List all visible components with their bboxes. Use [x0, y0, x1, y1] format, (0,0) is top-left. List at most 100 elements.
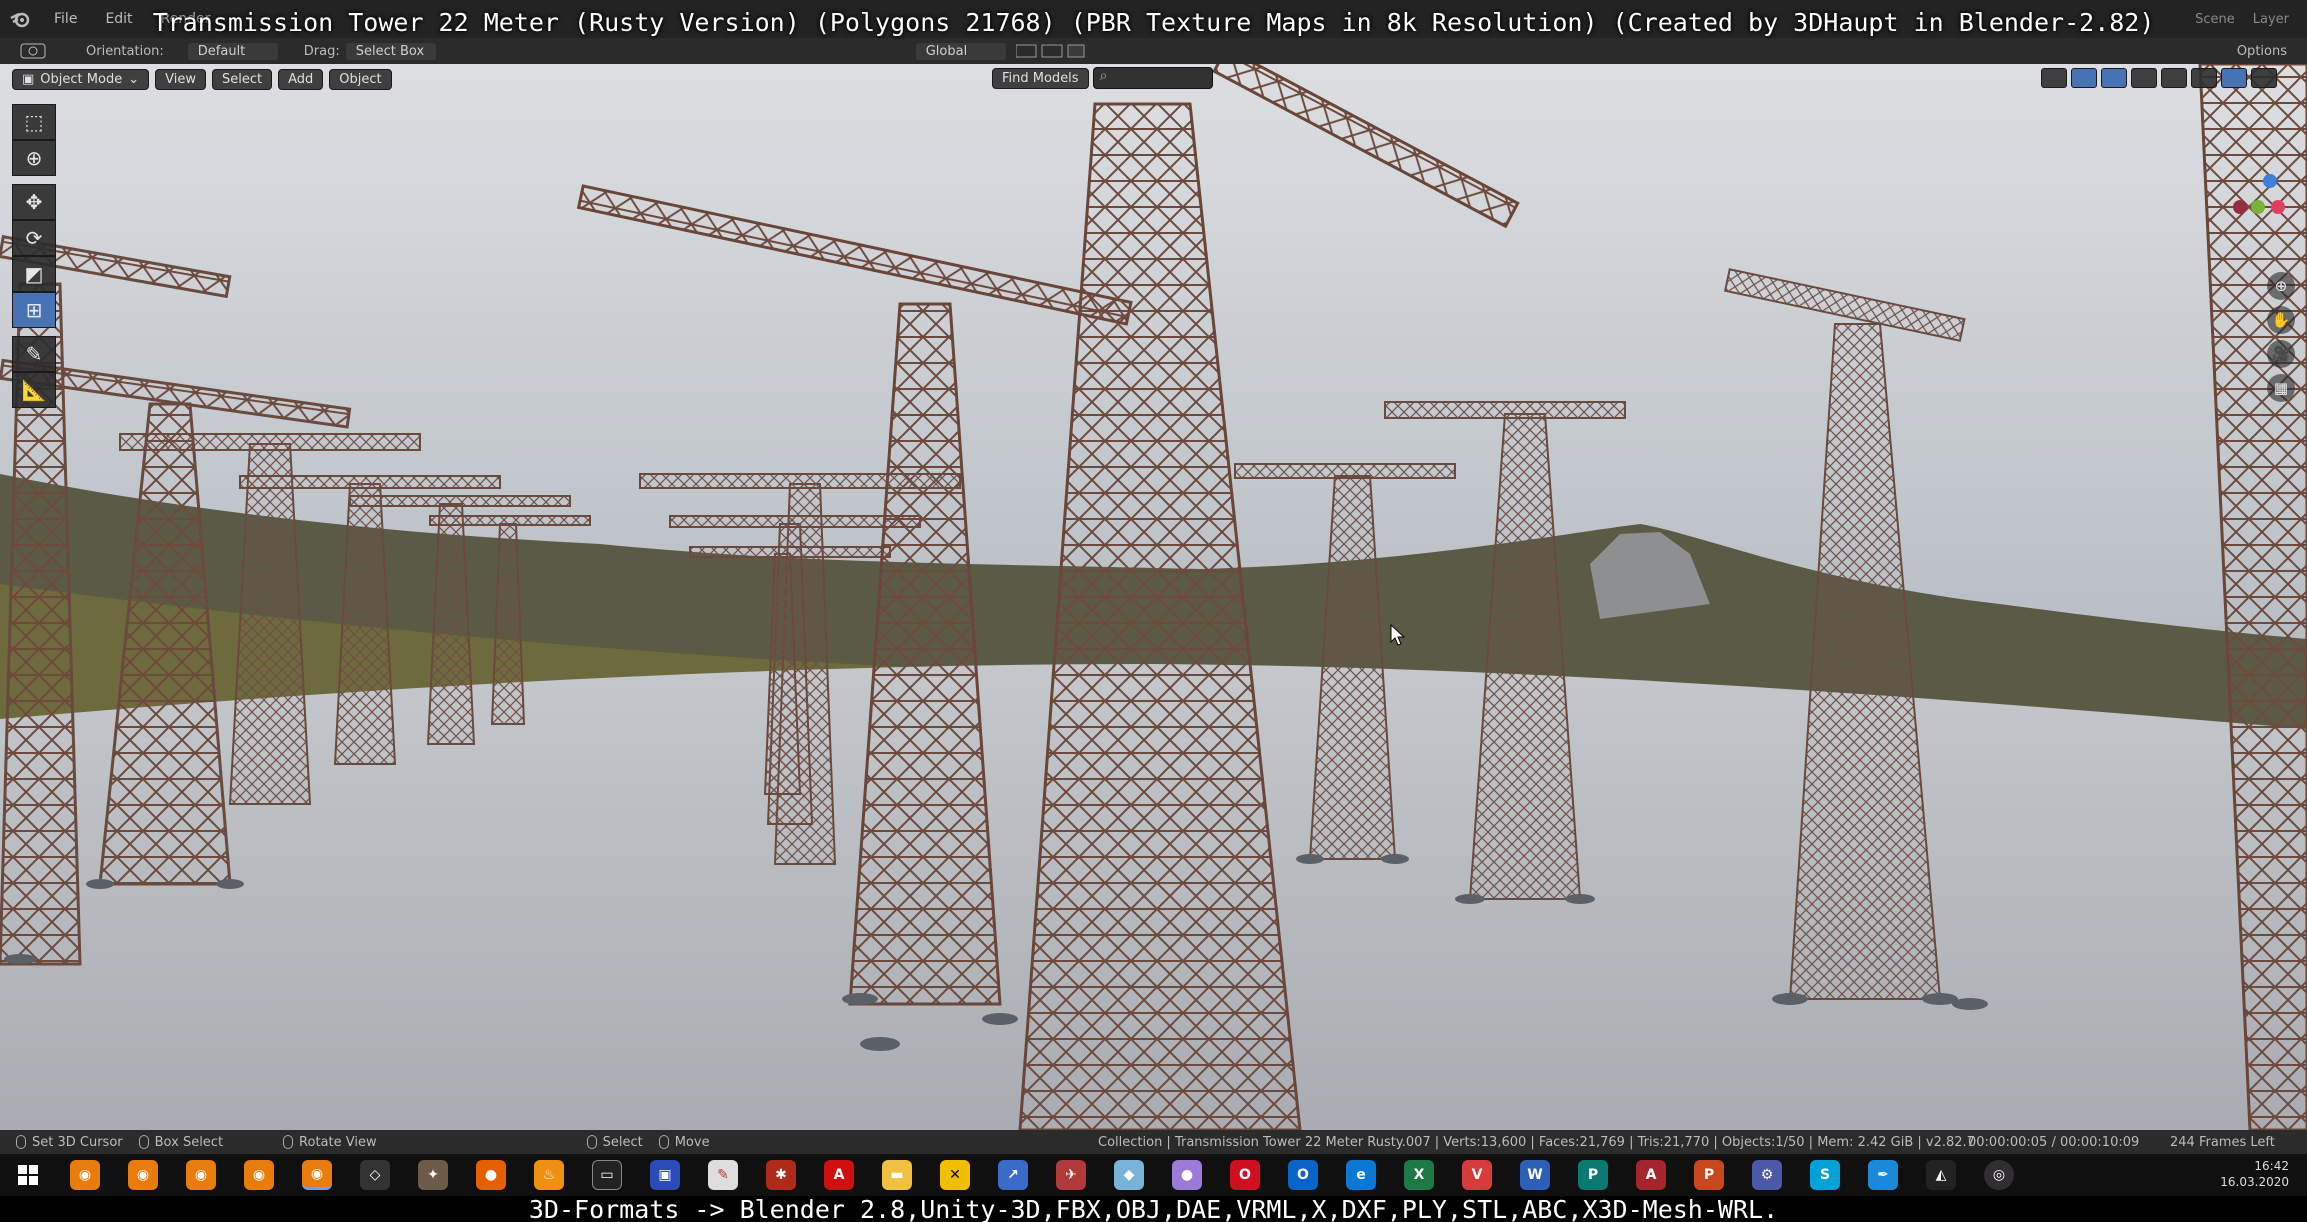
axis-neg-x-icon[interactable]	[2233, 200, 2247, 214]
system-tray-clock[interactable]: 16:42 16.03.2020	[2220, 1158, 2289, 1190]
folder-app-icon[interactable]: ▬	[882, 1160, 912, 1190]
search-input[interactable]: ⌕	[1092, 67, 1213, 89]
pan-hand-icon[interactable]: ✋	[2267, 306, 2295, 334]
select-box-icon[interactable]: ⬚	[12, 104, 56, 140]
mouse-right-icon	[586, 1135, 597, 1149]
layer-label[interactable]: Layer	[2253, 12, 2289, 27]
find-models-group: Find Models ⌕	[992, 67, 1213, 89]
word-app-icon[interactable]: W	[1520, 1160, 1550, 1190]
settings-app-icon[interactable]: ⚙	[1752, 1160, 1782, 1190]
transform-icon[interactable]: ⊞	[12, 292, 56, 328]
chart-app-icon[interactable]: ↗	[998, 1160, 1028, 1190]
xnview-app-icon[interactable]: ✕	[940, 1160, 970, 1190]
cursor-icon[interactable]: ⊕	[12, 140, 56, 176]
pdf-app-icon[interactable]: A	[824, 1160, 854, 1190]
axis-z-icon[interactable]	[2263, 174, 2277, 188]
tool-settings-icon[interactable]	[20, 43, 46, 59]
hint-label: Set 3D Cursor	[32, 1134, 123, 1150]
clock-date: 16.03.2020	[2220, 1175, 2289, 1189]
blender-app-icon[interactable]: ◉	[128, 1160, 158, 1190]
paint-app-icon[interactable]: ✎	[708, 1160, 738, 1190]
mode-label: Object Mode	[40, 71, 123, 87]
select-menu[interactable]: Select	[211, 68, 273, 90]
menu-edit[interactable]: Edit	[91, 11, 146, 27]
tool-app-icon[interactable]: ✈	[1056, 1160, 1086, 1190]
object-mode-icon: ▣	[22, 71, 35, 87]
pen-app-icon[interactable]: ✒	[1868, 1160, 1898, 1190]
firefox-app-icon[interactable]: ●	[476, 1160, 506, 1190]
powerpoint-app-icon[interactable]: P	[1694, 1160, 1724, 1190]
orientation-dropdown[interactable]: Default	[187, 42, 278, 60]
find-models-button[interactable]: Find Models	[992, 67, 1089, 89]
workspace-right: Scene Layer	[2195, 12, 2307, 27]
bug-app-icon[interactable]: ✱	[766, 1160, 796, 1190]
unity-hub-app-icon[interactable]: ◭	[1926, 1160, 1956, 1190]
visibility-icon[interactable]	[2041, 68, 2067, 88]
snap-icon[interactable]	[1015, 43, 1086, 59]
hint-set-3d-cursor: Set 3D Cursor	[16, 1135, 123, 1150]
rotate-icon[interactable]: ⟳	[12, 220, 56, 256]
scene-label[interactable]: Scene	[2195, 12, 2235, 27]
zoom-icon[interactable]: ⊕	[2267, 272, 2295, 300]
annotate-icon[interactable]: ✎	[12, 336, 56, 372]
hint-select: Select	[586, 1135, 643, 1150]
blender-app-icon[interactable]: ◉	[302, 1160, 332, 1190]
menu-render[interactable]: Render	[147, 11, 225, 27]
transform-orientation-dropdown[interactable]: Global	[915, 42, 1006, 60]
measure-icon[interactable]: 📐	[12, 372, 56, 408]
top-menu-bar: File Edit Render Scene Layer	[0, 0, 2307, 38]
xray-icon[interactable]	[2131, 68, 2157, 88]
obs-app-icon[interactable]: ◎	[1984, 1160, 2014, 1190]
render-scene	[0, 64, 2307, 1130]
unity-app-icon[interactable]: ◇	[360, 1160, 390, 1190]
gizmo-toggle-icon[interactable]	[2071, 68, 2097, 88]
gimp-app-icon[interactable]: ✦	[418, 1160, 448, 1190]
blender-app-icon[interactable]: ◉	[244, 1160, 274, 1190]
wireframe-shading-icon[interactable]	[2161, 68, 2187, 88]
windows-start-icon[interactable]	[0, 1165, 56, 1185]
object-menu[interactable]: Object	[329, 68, 392, 90]
overlay-toggle-icon[interactable]	[2101, 68, 2127, 88]
navigation-gizmo[interactable]: ⊕ ✋ 🎥 ▦	[2233, 100, 2303, 402]
edge-app-icon[interactable]: e	[1346, 1160, 1376, 1190]
maps-app-icon[interactable]: ●	[1172, 1160, 1202, 1190]
publisher-app-icon[interactable]: P	[1578, 1160, 1608, 1190]
add-menu[interactable]: Add	[278, 68, 324, 90]
outlook-app-icon[interactable]: O	[1288, 1160, 1318, 1190]
material-shading-icon[interactable]	[2221, 68, 2247, 88]
scale-icon[interactable]: ◩	[12, 256, 56, 292]
video-caption: 3D-Formats -> Blender 2.8,Unity-3D,FBX,O…	[0, 1195, 2307, 1222]
viewport-header: ▣ Object Mode ⌄ View Select Add Object F…	[0, 64, 2307, 94]
opera-app-icon[interactable]: O	[1230, 1160, 1260, 1190]
view-menu[interactable]: View	[155, 68, 206, 90]
eraser-app-icon[interactable]: ◆	[1114, 1160, 1144, 1190]
axis-y-icon[interactable]	[2251, 200, 2265, 214]
orientation-label: Orientation:	[86, 43, 164, 59]
camera-view-icon[interactable]: 🎥	[2267, 340, 2295, 368]
terminal-app-icon[interactable]: ▭	[592, 1160, 622, 1190]
perspective-grid-icon[interactable]: ▦	[2267, 374, 2295, 402]
excel-app-icon[interactable]: X	[1404, 1160, 1434, 1190]
solid-shading-icon[interactable]	[2191, 68, 2217, 88]
clock-time: 16:42	[2254, 1159, 2289, 1173]
hint-label: Box Select	[154, 1134, 224, 1150]
save-app-icon[interactable]: ▣	[650, 1160, 680, 1190]
vivaldi-app-icon[interactable]: V	[1462, 1160, 1492, 1190]
menu-file[interactable]: File	[40, 11, 91, 27]
access-app-icon[interactable]: A	[1636, 1160, 1666, 1190]
move-icon[interactable]: ✥	[12, 184, 56, 220]
mouse-move-icon	[658, 1135, 669, 1149]
axis-x-icon[interactable]	[2271, 200, 2285, 214]
flame-app-icon[interactable]: ♨	[534, 1160, 564, 1190]
mode-dropdown[interactable]: ▣ Object Mode ⌄	[12, 68, 150, 90]
drag-dropdown[interactable]: Select Box	[345, 42, 436, 60]
frames-left: 244 Frames Left	[2170, 1134, 2275, 1150]
options-dropdown[interactable]: Options	[2237, 44, 2287, 59]
blender-app-icon[interactable]: ◉	[70, 1160, 100, 1190]
skype-app-icon[interactable]: S	[1810, 1160, 1840, 1190]
3d-viewport[interactable]: ▣ Object Mode ⌄ View Select Add Object F…	[0, 64, 2307, 1130]
mouse-left-icon	[16, 1135, 26, 1149]
rendered-shading-icon[interactable]	[2251, 68, 2277, 88]
blender-app-icon[interactable]: ◉	[186, 1160, 216, 1190]
blender-logo-icon[interactable]	[0, 0, 40, 38]
